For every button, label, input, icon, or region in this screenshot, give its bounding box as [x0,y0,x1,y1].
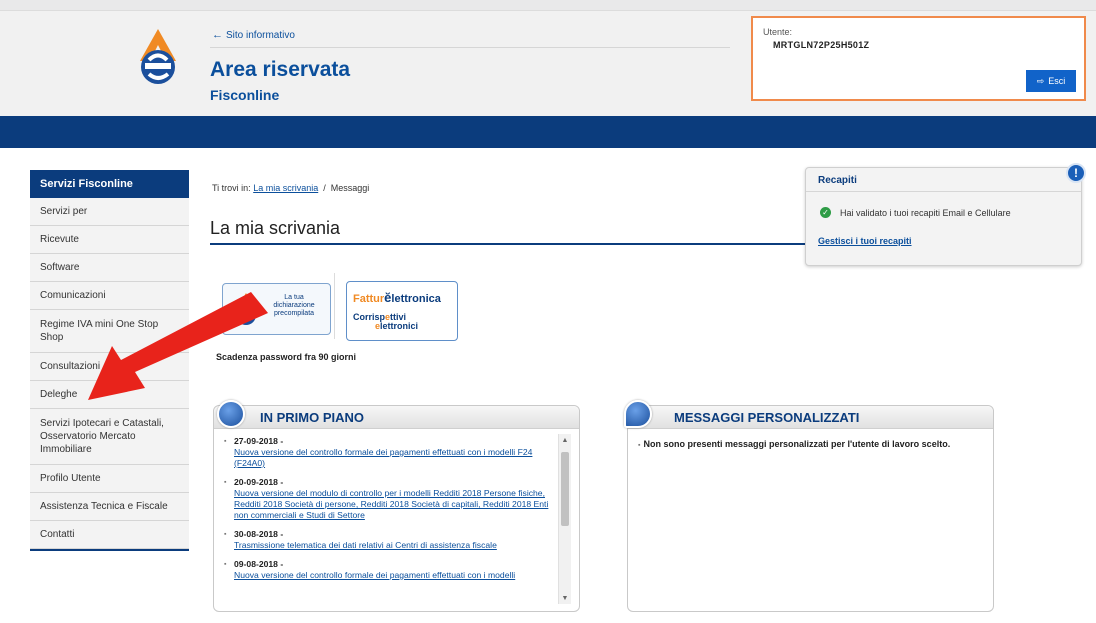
corrisp-e-icon-2: e [375,321,381,331]
corrisp-label-part3: lettronici [380,321,419,331]
fattura-label-part2: lettronica [391,293,441,305]
fattura-label: Fatturĕlettronica [353,290,441,305]
back-link-label: Sito informativo [226,30,295,41]
sidebar-item-deleghe[interactable]: Deleghe [30,381,189,409]
sidebar-item-servizi-per[interactable]: Servizi per [30,198,189,226]
precompilata-button[interactable]: La tua dichiarazione precompilata [222,283,331,335]
recapiti-divider [806,191,1081,192]
sidebar-item-consultazioni[interactable]: Consultazioni [30,353,189,381]
breadcrumb-link[interactable]: La mia scrivania [253,183,318,193]
news-link[interactable]: Trasmissione telematica dei dati relativ… [234,540,552,551]
news-item: ▪ 20-09-2018 - Nuova versione del modulo… [222,477,552,521]
sidebar-item-contatti[interactable]: Contatti [30,521,189,549]
check-circle-icon: ✓ [820,207,831,218]
news-item: ▪ 30-08-2018 - Trasmissione telematica d… [222,529,552,551]
bullet-icon: ▪ [224,561,227,568]
back-arrow-icon: ← [212,29,223,41]
news-globe-icon [217,400,245,428]
news-link[interactable]: Nuova versione del modulo di controllo p… [234,488,552,521]
recapiti-box: Recapiti ✓ Hai validato i tuoi recapiti … [805,167,1082,266]
news-item: ▪ 09-08-2018 - Nuova versione del contro… [222,559,552,581]
nav-bar [0,116,1096,148]
corrispettivi-label: Corrispettivi elettronici [353,313,418,331]
recapiti-message: ✓ Hai validato i tuoi recapiti Email e C… [820,207,1011,218]
news-date: 27-09-2018 - [234,436,284,446]
bullet-icon: ▪ [224,479,227,486]
bullet-icon: ▪ [224,438,227,445]
news-link[interactable]: Nuova versione del controllo formale dei… [234,570,552,581]
page: ← Sito informativo Area riservata Fisconl… [0,0,1096,623]
button-separator [334,273,335,339]
sidebar-item-assistenza[interactable]: Assistenza Tecnica e Fiscale [30,493,189,521]
info-icon[interactable]: ! [1066,163,1086,183]
area-subtitle: Fisconline [210,87,280,103]
sidebar-item-ricevute[interactable]: Ricevute [30,226,189,254]
messaggi-title: MESSAGGI PERSONALIZZATI [674,410,860,425]
precompilata-label: La tua dichiarazione precompilata [273,294,315,317]
logout-button[interactable]: ⇨ Esci [1026,70,1076,92]
news-list: ▪ 27-09-2018 - Nuova versione del contro… [222,436,552,589]
back-link[interactable]: ← Sito informativo [212,29,295,41]
primo-piano-title: IN PRIMO PIANO [260,410,365,425]
precompilata-logo-icon [236,293,256,325]
sidebar-bottom-rule [30,549,189,551]
bullet-icon: ▪ [224,531,227,538]
window-top-edge [0,0,1096,10]
news-item: ▪ 27-09-2018 - Nuova versione del contro… [222,436,552,469]
messaggi-text-value: Non sono presenti messaggi personalizzat… [643,439,951,449]
page-title: La mia scrivania [210,218,341,238]
fattura-label-part1: Fattur [353,293,385,305]
sidebar-item-software[interactable]: Software [30,254,189,282]
user-code: MRTGLN72P25H501Z [773,40,870,50]
user-label: Utente: [763,27,793,37]
sidebar: Servizi Fisconline Servizi per Ricevute … [30,170,189,551]
recapiti-manage-link[interactable]: Gestisci i tuoi recapiti [818,236,912,246]
header-divider [210,47,730,48]
news-date: 30-08-2018 - [234,529,284,539]
sidebar-heading: Servizi Fisconline [30,170,189,198]
news-date: 09-08-2018 - [234,559,284,569]
logout-icon: ⇨ [1036,75,1045,86]
password-expiry-notice: Scadenza password fra 90 giorni [216,352,357,362]
title-rule [210,243,805,245]
recapiti-message-text: Hai validato i tuoi recapiti Email e Cel… [840,207,1011,218]
agenzia-entrate-logo [140,29,176,84]
scroll-down-icon[interactable]: ▼ [559,595,571,602]
sidebar-item-servizi-ipotecari[interactable]: Servizi Ipotecari e Catastali, Osservato… [30,409,189,465]
breadcrumb: Ti trovi in: La mia scrivania / Messaggi [212,183,369,193]
sidebar-item-profilo-utente[interactable]: Profilo Utente [30,465,189,493]
area-title: Area riservata [210,58,351,81]
message-bubble-icon [624,400,652,428]
user-box: Utente: MRTGLN72P25H501Z ⇨ Esci [751,16,1086,101]
primo-piano-panel: IN PRIMO PIANO ▪ 27-09-2018 - Nuova vers… [213,400,580,612]
sidebar-item-regime-iva[interactable]: Regime IVA mini One Stop Shop [30,310,189,353]
news-date: 20-09-2018 - [234,477,284,487]
news-link[interactable]: Nuova versione del controllo formale dei… [234,447,552,469]
sidebar-item-comunicazioni[interactable]: Comunicazioni [30,282,189,310]
breadcrumb-separator: / [323,183,326,193]
bullet-icon: ▪ [638,442,641,449]
scroll-up-icon[interactable]: ▲ [559,437,571,444]
fattura-elettronica-button[interactable]: Fatturĕlettronica Corrispettivi elettroni… [346,281,458,341]
messaggi-text: ▪ Non sono presenti messaggi personalizza… [638,439,950,449]
recapiti-title: Recapiti [818,175,857,186]
scroll-thumb[interactable] [561,452,569,526]
breadcrumb-current: Messaggi [330,183,370,193]
logout-label: Esci [1048,76,1066,86]
breadcrumb-prefix: Ti trovi in: [212,183,251,193]
news-scrollbar[interactable]: ▲ ▼ [558,434,571,604]
messaggi-panel: MESSAGGI PERSONALIZZATI ▪ Non sono presen… [624,400,994,612]
